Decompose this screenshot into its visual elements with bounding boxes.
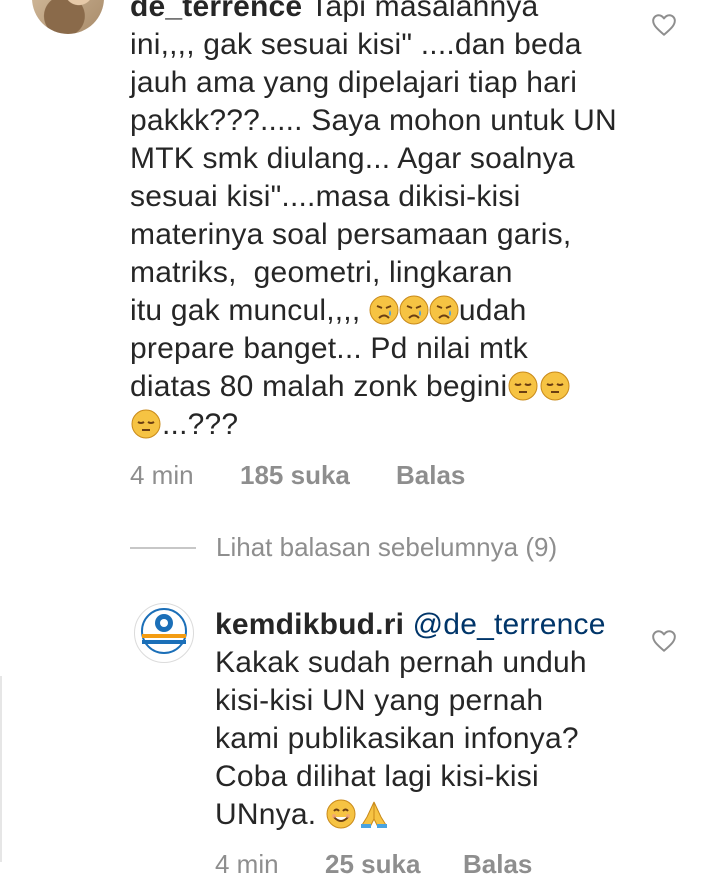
comment-time: 4 min (215, 849, 279, 879)
comment-line: MTK smk diulang... Agar soalnya (130, 142, 575, 175)
crying-face-emoji (429, 295, 459, 325)
pensive-face-emoji (131, 409, 161, 439)
comment-line: sesuai kisi"....masa dikisi-kisi (130, 180, 521, 213)
heart-outline-icon[interactable] (651, 628, 677, 654)
pensive-face-emoji (540, 371, 570, 401)
comment-line: prepare banget... Pd nilai mtk (130, 332, 528, 365)
likes-count[interactable]: 185 suka (240, 460, 396, 491)
comment-time: 4 min (130, 460, 194, 490)
comment-line: Kakak sudah pernah unduh (215, 646, 587, 679)
comment-line: itu gak muncul,,,, udah (130, 292, 650, 330)
comment-line: Tapi masalahnya (302, 0, 539, 23)
comment-line: kami publikasikan infonya? (215, 722, 579, 755)
comment-line-text: UNnya. (215, 798, 325, 831)
comment-line: ini,,,, gak sesuai kisi" ....dan beda (130, 28, 582, 61)
reply-button[interactable]: Balas (463, 849, 532, 880)
logo-bar (142, 640, 186, 644)
likes-count[interactable]: 25 suka (325, 849, 463, 880)
smiling-face-emoji (326, 799, 356, 829)
crying-face-emoji (369, 295, 399, 325)
avatar[interactable] (32, 0, 104, 34)
avatar[interactable] (134, 603, 194, 663)
emblem-icon (155, 614, 173, 632)
comment-line: Coba dilihat lagi kisi-kisi (215, 760, 539, 793)
comment-text: kemdikbud.ri @de_terrence (215, 606, 645, 644)
comment: kemdikbud.ri @de_terrence Kakak sudah pe… (215, 606, 645, 834)
pensive-face-emoji (508, 371, 538, 401)
comment-line-text: itu gak muncul,,,, (130, 294, 369, 327)
comment-line: ...??? (130, 406, 650, 444)
comment-line-text: diatas 80 malah zonk begini (130, 370, 508, 403)
comment: de_terrence Tapi masalahnya ini,,,, gak … (130, 0, 650, 444)
folded-hands-emoji (360, 801, 387, 828)
comment-line-text: udah (458, 294, 527, 327)
comment-meta: 4 min 185 suka Balas (130, 460, 465, 491)
divider (0, 676, 2, 862)
comment-line: materinya soal persamaan garis, (130, 218, 572, 251)
heart-outline-icon[interactable] (651, 12, 677, 38)
comment-line: matriks, geometri, lingkaran (130, 256, 513, 289)
mention-link[interactable]: @de_terrence (413, 608, 606, 641)
comment-username[interactable]: de_terrence (130, 0, 302, 23)
comment-meta: 4 min 25 suka Balas (215, 849, 532, 880)
crying-face-emoji (399, 295, 429, 325)
comment-line: UNnya. (215, 796, 645, 834)
view-previous-replies-label[interactable]: Lihat balasan sebelumnya (9) (216, 532, 557, 563)
comment-username[interactable]: kemdikbud.ri (215, 608, 404, 641)
comment-line-text: ...??? (162, 408, 239, 441)
divider (130, 546, 196, 549)
reply-button[interactable]: Balas (396, 460, 465, 491)
comment-text: de_terrence Tapi masalahnya (130, 0, 650, 26)
logo-bar (142, 634, 186, 638)
comment-line: kisi-kisi UN yang pernah (215, 684, 544, 717)
comment-line: pakkk???..... Saya mohon untuk UN (130, 104, 617, 137)
comment-line: jauh ama yang dipelajari tiap hari (130, 66, 578, 99)
view-previous-replies[interactable]: Lihat balasan sebelumnya (9) (130, 532, 557, 563)
comment-line: diatas 80 malah zonk begini (130, 368, 650, 406)
